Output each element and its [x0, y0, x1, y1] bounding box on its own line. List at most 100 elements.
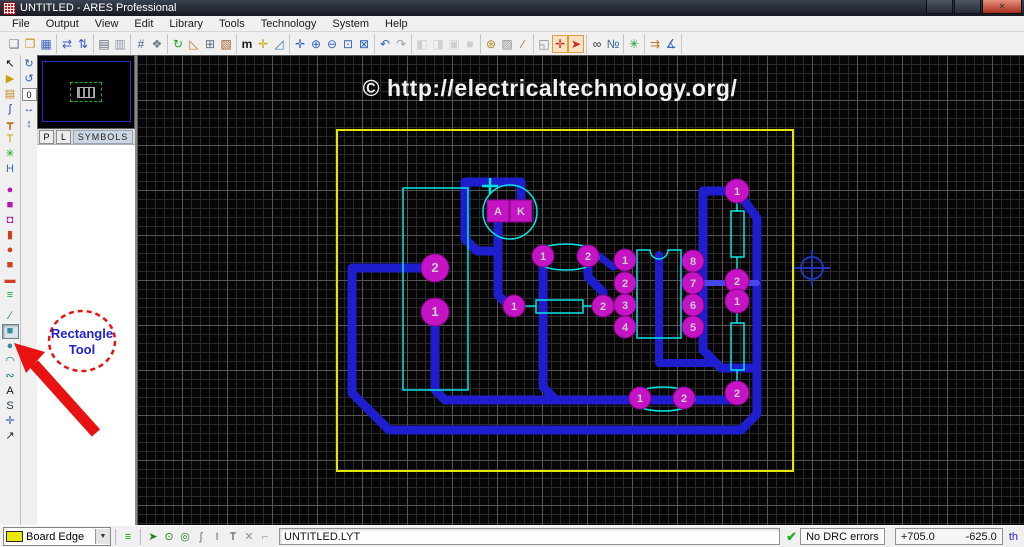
circular-smt-pad-tool[interactable]: ●: [2, 243, 19, 258]
open-layout-button[interactable]: ❐: [22, 35, 38, 53]
search-tag-button[interactable]: ✛: [552, 34, 568, 53]
filter-zones-button[interactable]: ⌐: [257, 528, 273, 545]
layer-pairs-button[interactable]: ▧: [218, 35, 234, 53]
filter-ratsnest-button[interactable]: ✕: [241, 528, 257, 545]
filter-pads-button[interactable]: ⊙: [161, 528, 177, 545]
pan-button[interactable]: ✛: [292, 35, 308, 53]
text-tool[interactable]: A: [2, 384, 19, 399]
square-pad-tool[interactable]: ■: [2, 198, 19, 213]
round-pad-tool[interactable]: ●: [2, 183, 19, 198]
package-tool[interactable]: ▤: [2, 87, 19, 102]
menu-item-technology[interactable]: Technology: [253, 16, 325, 31]
make-package-button[interactable]: ▨: [499, 35, 515, 53]
load-netlist-button[interactable]: #: [133, 35, 149, 53]
design-rule-check-button[interactable]: ∡: [663, 35, 679, 53]
view-netlist-button[interactable]: ❖: [149, 35, 165, 53]
pick-parts-button[interactable]: ⊛: [483, 35, 499, 53]
circle-tool[interactable]: ●: [2, 339, 19, 354]
pad-number-label: A: [494, 206, 502, 218]
selection-filter-button[interactable]: ➤: [568, 34, 584, 53]
rectangle-tool[interactable]: ■: [1, 324, 19, 339]
layers-button[interactable]: ≡: [120, 528, 136, 545]
block-move-button[interactable]: ◨: [430, 35, 446, 53]
grid-toggle-button[interactable]: ⊞: [202, 35, 218, 53]
menu-item-tools[interactable]: Tools: [211, 16, 253, 31]
polar-coords-button[interactable]: ◿: [271, 35, 287, 53]
chevron-down-icon[interactable]: ▼: [95, 529, 110, 544]
flip-horizontal-button[interactable]: ↔: [22, 103, 36, 116]
decompose-button[interactable]: ∕: [515, 35, 531, 53]
connectivity-highlight-tool[interactable]: H: [2, 162, 19, 177]
pcb-layout-drawing[interactable]: 2 1 A K 1 2 1 2 1 2 3 4 8 7 6 5 1 2 1 2 1 2: [137, 55, 1024, 525]
print-button[interactable]: ▤: [96, 35, 112, 53]
undo-button[interactable]: ↶: [377, 35, 393, 53]
menu-item-output[interactable]: Output: [38, 16, 87, 31]
symbols-list[interactable]: [37, 145, 135, 525]
metric-toggle-button[interactable]: m: [239, 35, 255, 53]
import-section-button[interactable]: ⇄: [59, 35, 75, 53]
menu-item-system[interactable]: System: [324, 16, 377, 31]
zoom-area-button[interactable]: ⊡: [340, 35, 356, 53]
rect-smt-pad-tool[interactable]: ■: [2, 258, 19, 273]
auto-name-generator-button[interactable]: ◱: [536, 35, 552, 53]
layer-setup-button[interactable]: ◺: [186, 35, 202, 53]
menu-item-view[interactable]: View: [87, 16, 127, 31]
filter-components-button[interactable]: T: [225, 528, 241, 545]
export-section-button[interactable]: ⇅: [75, 35, 91, 53]
menu-item-library[interactable]: Library: [161, 16, 211, 31]
pick-button[interactable]: P: [39, 129, 54, 144]
copper-trace[interactable]: [538, 251, 561, 405]
copper-trace[interactable]: [493, 206, 519, 311]
track-tool[interactable]: ʃ: [2, 102, 19, 117]
polygonal-smt-pad-tool[interactable]: ▬: [2, 273, 19, 288]
block-delete-button[interactable]: ■: [462, 35, 478, 53]
selection-tool[interactable]: ↖: [2, 57, 19, 72]
redo-button[interactable]: ↷: [393, 35, 409, 53]
block-copy-button[interactable]: ◧: [414, 35, 430, 53]
menu-item-edit[interactable]: Edit: [126, 16, 161, 31]
pcb-canvas[interactable]: © http://electricaltechnology.org/ 21AK1…: [137, 55, 1024, 525]
maximize-button[interactable]: □: [954, 0, 981, 14]
save-layout-button[interactable]: ▦: [38, 35, 54, 53]
arc-tool[interactable]: ◠: [2, 354, 19, 369]
auto-router-button[interactable]: ⇉: [647, 35, 663, 53]
menu-item-help[interactable]: Help: [377, 16, 416, 31]
dimension-tool[interactable]: ↗: [2, 429, 19, 444]
component-tool[interactable]: ▶: [2, 72, 19, 87]
filter-vias-button[interactable]: ◎: [177, 528, 193, 545]
rotation-angle-field[interactable]: 0: [21, 88, 37, 101]
minimize-button[interactable]: –: [926, 0, 953, 14]
line-tool[interactable]: ∕: [2, 309, 19, 324]
zone-tool[interactable]: T: [2, 132, 19, 147]
symbol-tool[interactable]: S: [2, 399, 19, 414]
closed-path-tool[interactable]: ∾: [2, 369, 19, 384]
ratsnest-button[interactable]: ✳: [626, 35, 642, 53]
filter-routes-button[interactable]: ➤: [145, 528, 161, 545]
zoom-out-button[interactable]: ⊖: [324, 35, 340, 53]
rotate-clockwise-button[interactable]: ↻: [22, 58, 36, 71]
filter-traces-button[interactable]: ʃ: [193, 528, 209, 545]
zoom-all-button[interactable]: ⊠: [356, 35, 372, 53]
zoom-in-button[interactable]: ⊕: [308, 35, 324, 53]
auto-annotator-button[interactable]: №: [605, 35, 621, 53]
search-components-button[interactable]: ∞: [589, 35, 605, 53]
layer-selector[interactable]: Board Edge ▼: [3, 527, 111, 546]
filter-text-button[interactable]: I: [209, 528, 225, 545]
new-layout-button[interactable]: ❏: [6, 35, 22, 53]
menu-item-file[interactable]: File: [4, 16, 38, 31]
marker-tool[interactable]: ✛: [2, 414, 19, 429]
via-tool[interactable]: ┳: [2, 117, 19, 132]
padstack-tool[interactable]: ≡: [2, 288, 19, 303]
print-area-button[interactable]: ▥: [112, 35, 128, 53]
overview-pane[interactable]: [37, 55, 135, 129]
block-rotate-button[interactable]: ▣: [446, 35, 462, 53]
rotate-anticlockwise-button[interactable]: ↺: [22, 73, 36, 86]
library-button[interactable]: L: [56, 129, 71, 144]
false-origin-button[interactable]: ✛: [255, 35, 271, 53]
dil-pad-tool[interactable]: ◘: [2, 213, 19, 228]
flip-vertical-button[interactable]: ↕: [22, 118, 36, 131]
close-button[interactable]: ✕: [982, 0, 1022, 14]
ratsnest-tool[interactable]: ✳: [2, 147, 19, 162]
edge-connector-pad-tool[interactable]: ▮: [2, 228, 19, 243]
redraw-button[interactable]: ↻: [170, 35, 186, 53]
